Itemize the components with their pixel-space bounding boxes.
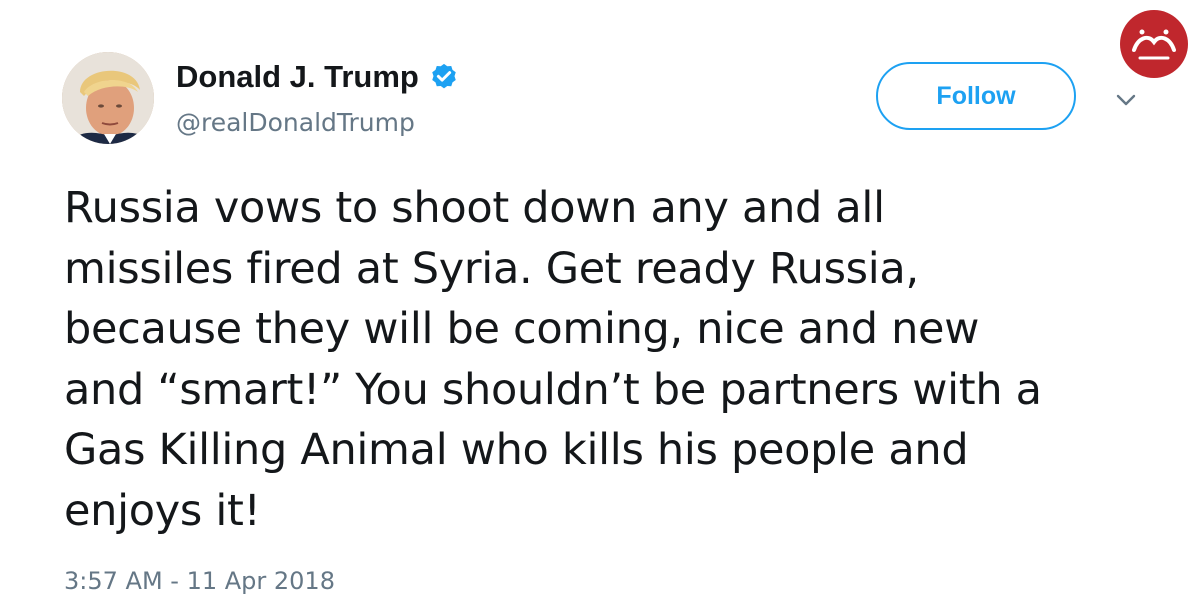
avatar-photo-icon [62, 52, 154, 144]
user-handle[interactable]: @realDonaldTrump [176, 108, 415, 138]
chevron-down-icon[interactable] [1114, 90, 1138, 110]
tweet-text: Russia vows to shoot down any and all mi… [64, 183, 1042, 536]
name-row: Donald J. Trump [176, 58, 459, 96]
display-name[interactable]: Donald J. Trump [176, 58, 419, 96]
follow-button[interactable]: Follow [876, 62, 1076, 130]
watermark-logo [1118, 8, 1190, 80]
tweet-timestamp[interactable]: 3:57 AM - 11 Apr 2018 [64, 566, 335, 596]
avatar[interactable] [62, 52, 154, 144]
tweet-card: Donald J. Trump @realDonaldTrump Follow … [0, 0, 1200, 610]
verified-badge-icon [429, 62, 459, 92]
